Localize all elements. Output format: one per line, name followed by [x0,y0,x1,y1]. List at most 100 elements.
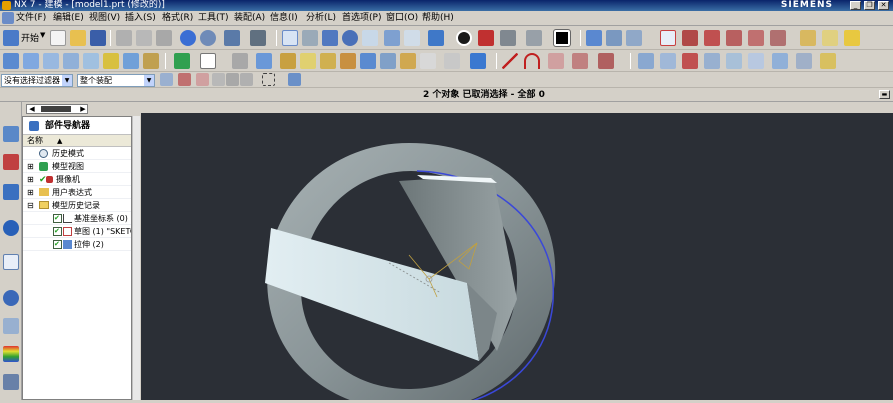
rotate-icon[interactable] [342,30,358,46]
n-sided-surface-icon[interactable] [726,53,742,69]
project-curve-icon[interactable] [598,53,614,69]
reuse-library-icon[interactable] [3,220,19,236]
scroll-left-icon[interactable]: ◀ [27,104,37,114]
zoom-icon[interactable] [322,30,338,46]
perspective-icon[interactable] [384,30,400,46]
menu-tools[interactable]: 工具(T) [198,12,229,25]
tree-item-user-expressions[interactable]: ⊞ 用户表达式 [23,186,131,199]
mirror-icon[interactable] [232,53,248,69]
wcs-origin-icon[interactable] [682,30,698,46]
redo-icon[interactable] [200,30,216,46]
layer-visible-icon[interactable] [606,30,622,46]
start-dropdown-icon[interactable]: ▼ [40,31,45,39]
copy-icon[interactable] [136,30,152,46]
datum-csys-icon[interactable] [200,53,216,69]
quick-pick-icon[interactable] [288,73,301,86]
expand-icon[interactable]: ⊞ [27,186,34,198]
boss-icon[interactable] [83,53,99,69]
scroll-right-icon[interactable]: ▶ [78,104,88,114]
through-curves-icon[interactable] [638,53,654,69]
menu-assembly[interactable]: 装配(A) [234,12,265,25]
web-browser-icon[interactable] [3,254,19,270]
edge-blend-icon[interactable] [340,53,356,69]
wireframe-icon[interactable] [526,30,542,46]
offset-curve-icon[interactable] [548,53,564,69]
history-icon[interactable] [3,290,19,306]
datum-plane-icon[interactable] [174,53,190,69]
expand-icon[interactable]: ⊞ [27,160,34,172]
assembly-navigator-icon[interactable] [3,126,19,142]
endpoint-icon[interactable] [196,73,209,86]
layer-settings-icon[interactable] [586,30,602,46]
restore-button[interactable]: ❐ [864,1,875,10]
chevron-down-icon[interactable]: ▼ [62,75,72,86]
offset-face-icon[interactable] [470,53,486,69]
wcs-save-icon[interactable] [770,30,786,46]
menu-help[interactable]: 帮助(H) [422,12,454,25]
save-icon[interactable] [90,30,106,46]
checkbox-checked-icon[interactable]: ✔ [53,240,62,249]
thicken-icon[interactable] [820,53,836,69]
ruled-icon[interactable] [704,53,720,69]
sketch-icon[interactable] [3,53,19,69]
start-button[interactable]: 开始 [21,31,39,44]
wcs-dynamic-icon[interactable] [748,30,764,46]
snap-point-icon[interactable] [178,73,191,86]
revolve-icon[interactable] [43,53,59,69]
tree-item-extrude[interactable]: ✔ 拉伸 (2) [23,238,131,251]
pattern-icon[interactable] [256,53,272,69]
extrude-icon[interactable] [23,53,39,69]
chevron-down-icon[interactable]: ▼ [144,75,154,86]
menu-edit[interactable]: 编辑(E) [53,12,84,25]
constraint-navigator-icon[interactable] [3,154,19,170]
groove-icon[interactable] [143,53,159,69]
restore-view-icon[interactable] [404,30,420,46]
background-color-icon[interactable] [553,29,571,47]
swept-icon[interactable] [682,53,698,69]
menu-information[interactable]: 信息(I) [270,12,298,25]
trim-body-icon[interactable] [420,53,436,69]
split-body-icon[interactable] [444,53,460,69]
edit-object-display-icon[interactable] [800,30,816,46]
control-point-icon[interactable] [226,73,239,86]
render-style-icon[interactable] [456,30,472,46]
navigator-scroll-thumb[interactable] [41,106,71,112]
general-select-icon[interactable] [160,73,173,86]
cut-icon[interactable] [116,30,132,46]
fit-view-icon[interactable] [282,30,298,46]
system-materials-icon[interactable] [3,318,19,334]
bridge-curve-icon[interactable] [572,53,588,69]
subtract-icon[interactable] [300,53,316,69]
start-icon[interactable] [3,30,19,46]
show-hide-icon[interactable] [822,30,838,46]
command-finder-icon[interactable] [224,30,240,46]
studio-surface-icon[interactable] [748,53,764,69]
process-studio-icon[interactable] [3,346,19,362]
chamfer-icon[interactable] [360,53,376,69]
move-to-layer-icon[interactable] [626,30,642,46]
menu-preferences[interactable]: 首选项(P) [342,12,381,25]
column-header-name[interactable]: 名称 ▲ [23,135,131,147]
type-filter-select[interactable]: 没有选择过滤器 ▼ [1,74,73,87]
tree-item-cameras[interactable]: ⊞ ✔ 摄像机 [23,173,131,186]
wcs-orient-icon[interactable] [726,30,742,46]
hole-icon[interactable] [63,53,79,69]
collapse-icon[interactable]: ⊟ [27,199,34,211]
tree-item-history-mode[interactable]: 历史模式 [23,147,131,160]
roles-icon[interactable] [3,374,19,390]
open-folder-icon[interactable] [70,30,86,46]
menu-window[interactable]: 窗口(O) [386,12,418,25]
app-menu-icon[interactable] [2,12,14,24]
selection-scope-select[interactable]: 整个装配 ▼ [77,74,155,87]
checkbox-checked-icon[interactable]: ✔ [53,227,62,236]
midpoint-icon[interactable] [212,73,225,86]
orient-view-icon[interactable] [428,30,444,46]
menu-insert[interactable]: 插入(S) [125,12,156,25]
pan-icon[interactable] [362,30,378,46]
tree-item-model-history[interactable]: ⊟ 模型历史记录 [23,199,131,212]
minimize-button[interactable]: _ [850,1,861,10]
close-button[interactable]: ✕ [878,1,889,10]
intersection-point-icon[interactable] [240,73,253,86]
section-view-icon[interactable] [478,30,494,46]
line-icon[interactable] [502,53,518,69]
